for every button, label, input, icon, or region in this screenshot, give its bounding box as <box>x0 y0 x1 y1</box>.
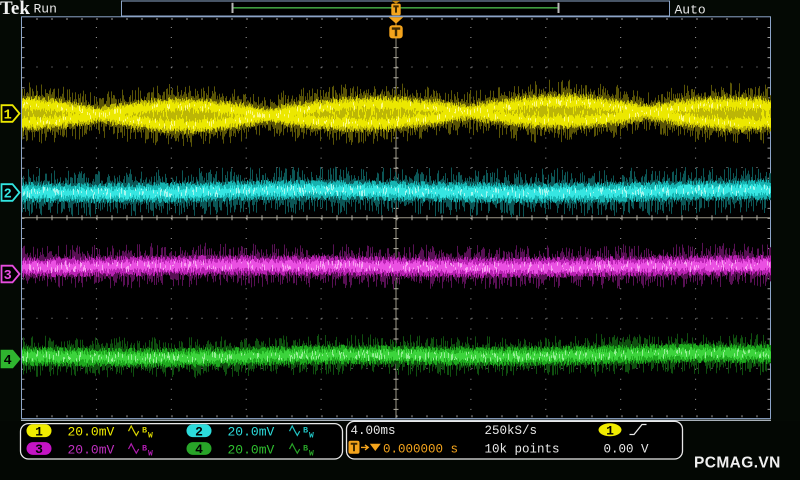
svg-text:B: B <box>303 443 308 453</box>
svg-text:0.00 V: 0.00 V <box>604 443 650 457</box>
svg-text:PCMAG.VN: PCMAG.VN <box>694 455 781 472</box>
svg-text:3: 3 <box>35 442 43 457</box>
svg-text:W: W <box>309 450 314 459</box>
svg-text:1: 1 <box>35 424 43 439</box>
svg-text:Tek: Tek <box>0 0 30 19</box>
svg-text:4: 4 <box>195 442 203 457</box>
svg-text:Auto: Auto <box>675 3 706 18</box>
svg-text:B: B <box>142 443 147 453</box>
svg-text:W: W <box>148 450 153 459</box>
svg-text:1: 1 <box>4 108 12 123</box>
svg-text:20.0mV: 20.0mV <box>68 425 115 440</box>
svg-text:B: B <box>303 426 308 436</box>
svg-text:20.0mV: 20.0mV <box>228 442 275 457</box>
svg-text:1: 1 <box>606 423 614 438</box>
svg-text:2: 2 <box>195 424 203 439</box>
svg-text:Run: Run <box>34 1 57 16</box>
svg-text:B: B <box>142 426 147 436</box>
svg-text:2: 2 <box>4 187 12 202</box>
svg-text:3: 3 <box>4 269 12 284</box>
svg-text:W: W <box>148 432 153 441</box>
svg-text:20.0mV: 20.0mV <box>228 425 275 440</box>
svg-text:4: 4 <box>4 354 12 369</box>
svg-text:4.00ms: 4.00ms <box>351 424 396 438</box>
svg-text:W: W <box>309 432 314 441</box>
svg-text:250kS/s: 250kS/s <box>485 424 538 438</box>
svg-text:20.0mV: 20.0mV <box>68 442 115 457</box>
svg-text:10k points: 10k points <box>485 443 560 457</box>
svg-text:0.000000 s: 0.000000 s <box>383 443 458 457</box>
